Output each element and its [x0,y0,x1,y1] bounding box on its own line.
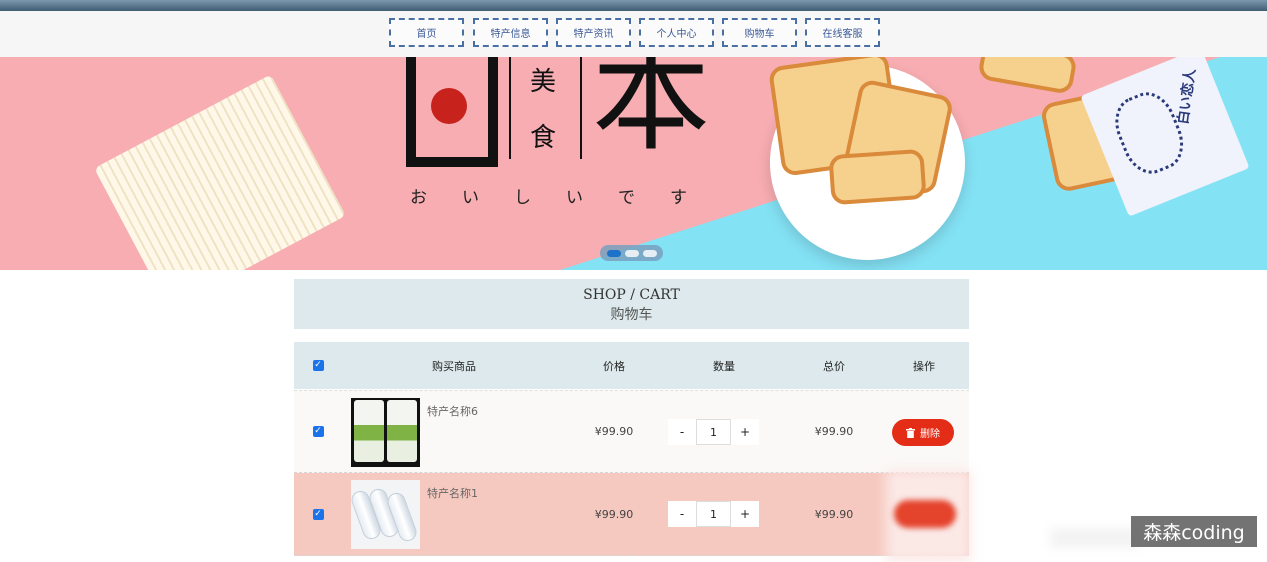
product-bag-image [387,400,417,462]
trash-icon [906,427,915,438]
row-checkbox[interactable]: ✓ [312,508,324,520]
nav-item-service[interactable]: 在线客服 [805,18,880,47]
product-thumbnail[interactable] [351,480,420,549]
main-nav: 首页 特产信息 特产资讯 个人中心 购物车 在线客服 [389,18,880,47]
row-select-cell: ✓ [294,391,342,472]
check-icon: ✓ [314,360,322,370]
decrease-button[interactable]: - [668,501,696,527]
kana-char: す [670,188,687,208]
banner-divider-left [509,57,511,159]
banner-carousel[interactable]: 美 食 本 お い し い で す 白い恋人 [0,57,1267,270]
pack-logo-text: 白い恋人 [1175,67,1200,126]
kana-char: い [462,188,479,208]
header-price: 价格 [603,359,625,373]
cart-title-box: SHOP / CART 购物车 [294,279,969,329]
cart-row: ✓ 特产名称6 ¥99.90 - 1 + ¥99.90 删除 [294,390,969,473]
nav-item-profile[interactable]: 个人中心 [639,18,714,47]
quantity-field[interactable]: 1 [696,501,731,527]
header-total: 总价 [823,359,845,373]
product-total: ¥99.90 [814,507,854,521]
banner-char-shi: 食 [530,123,557,153]
kana-char: し [514,188,531,208]
banner-biscuit [828,148,927,206]
delete-label: 删除 [920,429,940,440]
product-total: ¥99.90 [814,425,854,438]
cart-title-en: SHOP / CART [583,287,680,303]
product-name[interactable]: 特产名称1 [427,485,478,501]
nav-item-news[interactable]: 特产资讯 [556,18,631,47]
increase-button[interactable]: + [731,419,759,445]
carousel-dot-1[interactable] [606,249,621,257]
nav-item-products[interactable]: 特产信息 [473,18,548,47]
blurred-delete-button[interactable] [894,500,956,528]
nav-item-cart[interactable]: 购物车 [722,18,797,47]
increase-button[interactable]: + [731,501,759,527]
cart-row: ✓ 特产名称1 ¥99.90 - 1 + ¥99.90 [294,473,969,556]
banner-char-mei: 美 [530,67,557,97]
banner-red-sun [431,88,467,124]
select-all-cell: ✓ [294,342,342,389]
product-thumbnail[interactable] [351,398,420,467]
header-quantity: 数量 [713,359,735,373]
check-icon: ✓ [314,426,322,436]
banner-kana: お い し い で す [410,183,687,208]
product-name[interactable]: 特产名称6 [427,403,478,419]
banner-divider-right [580,57,582,159]
header-product: 购买商品 [432,359,476,373]
product-price: ¥99.90 [594,507,634,521]
header-action: 操作 [913,359,935,373]
watermark-shadow [1050,528,1140,548]
row-checkbox[interactable]: ✓ [312,426,324,437]
quantity-stepper: - 1 + [668,501,759,527]
select-all-checkbox[interactable]: ✓ [312,360,324,371]
nav-item-home[interactable]: 首页 [389,18,464,47]
delete-button[interactable]: 删除 [892,419,954,446]
row-select-cell: ✓ [294,473,342,555]
check-icon: ✓ [314,508,322,519]
decrease-button[interactable]: - [668,419,696,445]
kana-char: で [618,188,635,208]
product-bag-image [354,400,384,462]
kana-char: い [566,188,583,208]
watermark: 森森coding [1131,516,1257,547]
product-price: ¥99.90 [594,425,634,438]
nav-bar: 首页 特产信息 特产资讯 个人中心 购物车 在线客服 [0,11,1267,57]
quantity-stepper: - 1 + [668,419,759,445]
kana-char: お [410,188,427,208]
carousel-dot-3[interactable] [642,249,657,257]
cart-table-header: ✓ 购买商品 价格 数量 总价 操作 [294,342,969,389]
carousel-dot-2[interactable] [624,249,639,257]
quantity-field[interactable]: 1 [696,419,731,445]
top-bar [0,0,1267,11]
carousel-indicators [600,245,663,261]
banner-char-ben: 本 [592,57,711,167]
cart-title-cn: 购物车 [610,307,653,323]
